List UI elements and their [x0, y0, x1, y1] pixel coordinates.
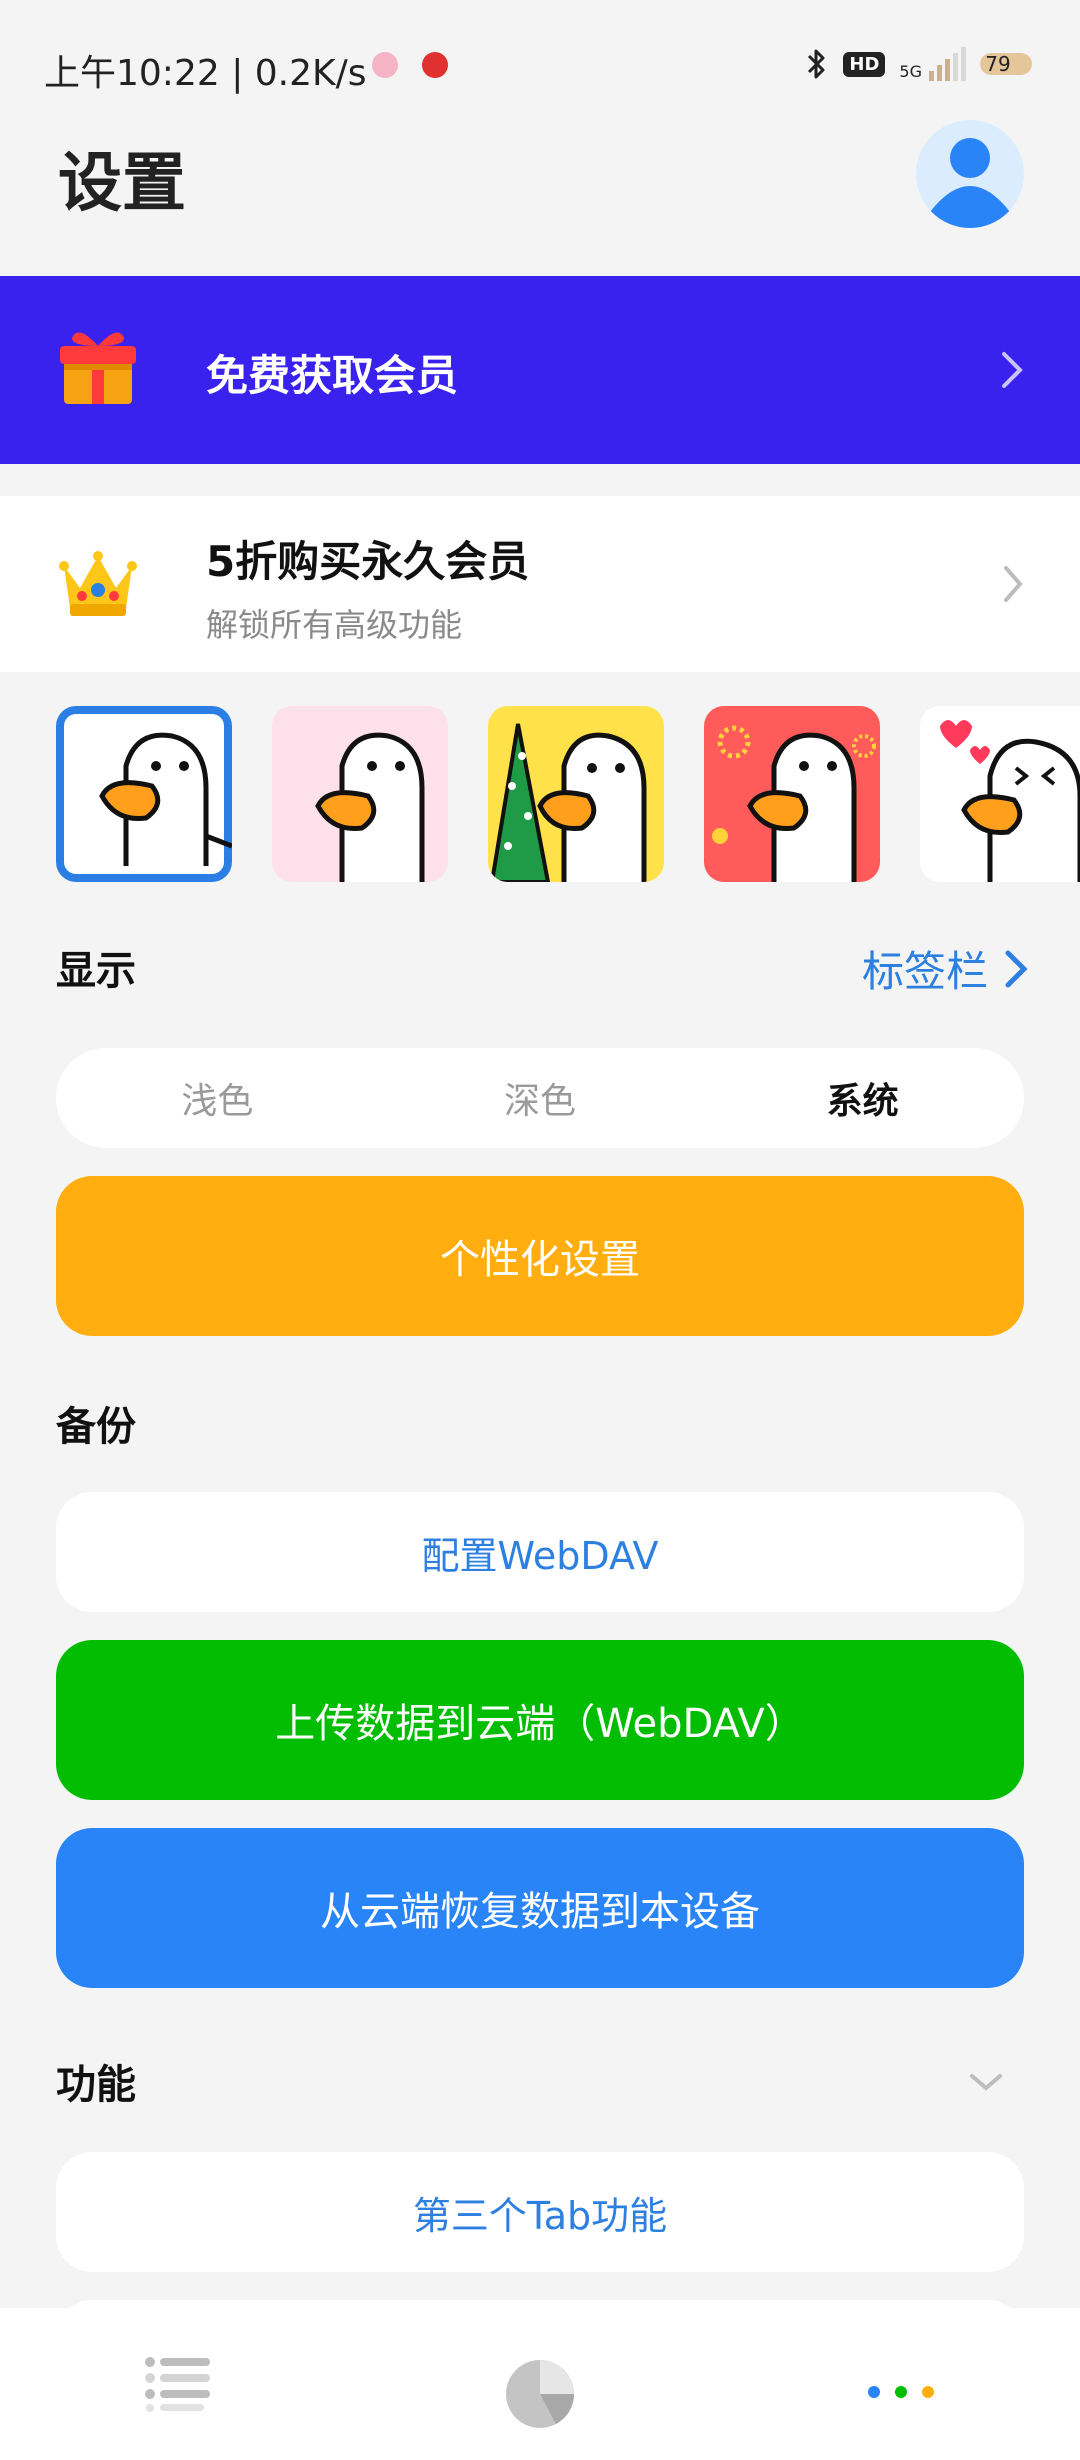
status-separator: | [231, 53, 255, 94]
mode-dark[interactable]: 深色 [379, 1048, 702, 1148]
chevron-right-icon [1004, 566, 1023, 602]
restore-button[interactable]: 从云端恢复数据到本设备 [56, 1828, 1024, 1988]
chevron-down-icon[interactable] [968, 2070, 1004, 2094]
bluetooth-icon [808, 49, 825, 79]
chart-tab-icon[interactable] [504, 2358, 576, 2430]
lifetime-vip-row[interactable] [0, 496, 1080, 672]
network-type: 5G [899, 62, 922, 81]
features-section-title: 功能 [56, 2062, 136, 2108]
network-speed: 0.2K/s [254, 53, 367, 94]
theme-thumb-hearts[interactable] [920, 706, 1080, 882]
free-vip-banner[interactable]: 免费获取会员 [0, 276, 1080, 464]
theme-thumb-christmas[interactable] [488, 706, 664, 882]
theme-mode-selector: 浅色 深色 系统 [56, 1048, 1024, 1148]
lifetime-vip-subtitle: 解锁所有高级功能 [206, 606, 463, 644]
duck-icon [712, 725, 876, 882]
lifetime-vip-title: 5折购买永久会员 [206, 537, 530, 586]
free-vip-label: 免费获取会员 [206, 351, 459, 400]
chevron-right-icon [1005, 950, 1028, 987]
notification-icon [422, 52, 448, 78]
upload-webdav-button[interactable]: 上传数据到云端（WebDAV） [56, 1640, 1024, 1800]
battery-icon: 79 [980, 53, 1032, 75]
theme-thumb-white[interactable] [56, 706, 232, 882]
duck-icon [99, 732, 232, 866]
status-bar: 上午10:22 | 0.2K/s HD 5G 79 [0, 0, 1080, 130]
signal-icon: 5G [899, 47, 966, 81]
personalize-button[interactable]: 个性化设置 [56, 1176, 1024, 1336]
duck-icon [940, 720, 1080, 882]
config-webdav-button[interactable]: 配置WebDAV [56, 1492, 1024, 1612]
user-avatar-icon [930, 138, 1010, 228]
mode-system[interactable]: 系统 [701, 1048, 1024, 1148]
theme-thumb-pink[interactable] [272, 706, 448, 882]
notification-icon [372, 52, 398, 78]
battery-level: 79 [985, 53, 1011, 75]
gift-icon [60, 332, 136, 404]
third-tab-feature-button[interactable]: 第三个Tab功能 [56, 2152, 1024, 2272]
more-tab-icon[interactable] [866, 2384, 936, 2400]
bottom-navigation [0, 2308, 1080, 2460]
backup-section-title: 备份 [56, 1404, 136, 1450]
tabbar-link-label: 标签栏 [861, 947, 988, 996]
crown-icon [59, 551, 137, 616]
page-title: 设置 [58, 147, 186, 221]
status-right-group: HD 5G 79 [805, 44, 1032, 84]
list-tab-icon[interactable] [144, 2356, 212, 2412]
mode-light[interactable]: 浅色 [56, 1048, 379, 1148]
chevron-right-icon [1002, 352, 1023, 388]
duck-icon [315, 732, 425, 882]
avatar[interactable] [916, 120, 1024, 228]
display-section-title: 显示 [56, 948, 136, 994]
theme-thumb-festive[interactable] [704, 706, 880, 882]
tabbar-settings-link[interactable]: 标签栏 [862, 938, 1028, 999]
status-time-text: 上午10:22 [44, 53, 220, 94]
hd-badge: HD [843, 51, 886, 77]
status-time: 上午10:22 | 0.2K/s [44, 44, 367, 96]
duck-icon [489, 723, 647, 882]
